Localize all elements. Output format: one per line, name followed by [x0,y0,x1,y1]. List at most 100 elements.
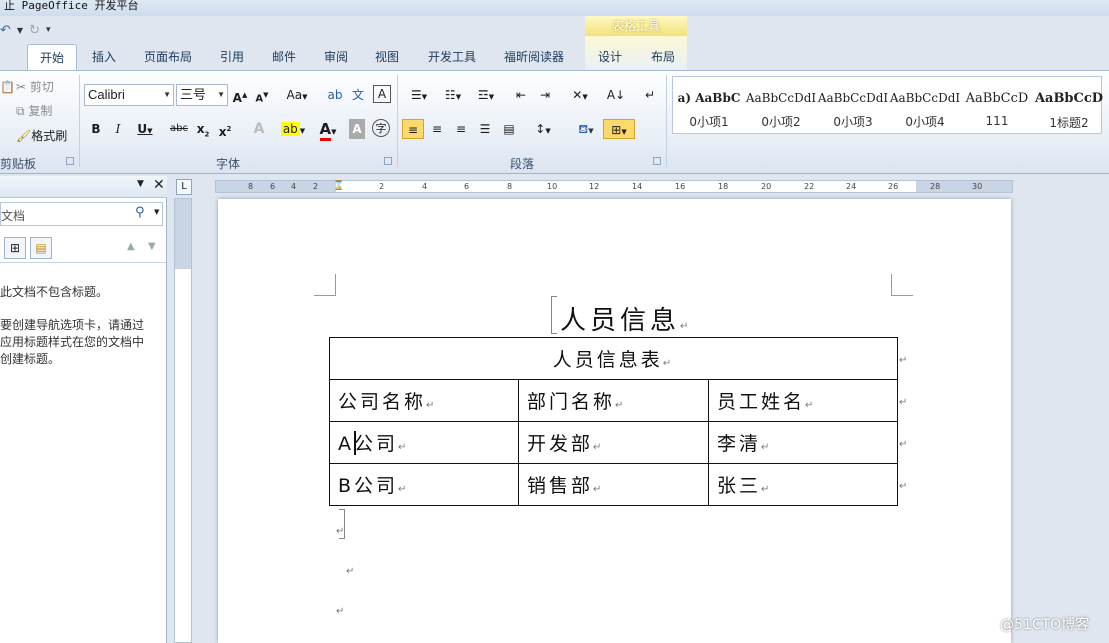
paragraph-mark: ↵ [336,526,345,537]
table-cell[interactable]: 张三↵ [708,463,898,506]
vertical-ruler[interactable] [174,198,192,643]
table-cell[interactable]: 李清↵ [708,421,898,464]
style-item[interactable]: AaBbCcDdI 0小项4 [889,77,961,133]
customize-qat-icon[interactable]: ▾ [46,25,51,35]
navigation-search-input[interactable]: 文档 ⚲ ▼ [0,202,163,226]
superscript-icon[interactable]: x2 [216,119,234,139]
navigation-pane-header: ▼ ✕ [0,176,167,198]
align-left-icon[interactable]: ≡ [402,119,424,139]
table-cell[interactable]: 销售部↵ [518,463,709,506]
decrease-indent-icon[interactable]: ⇤ [512,85,530,105]
tab-mailings[interactable]: 邮件 [264,44,304,70]
distribute-icon[interactable]: ▤ [500,119,518,139]
shrink-font-icon[interactable]: A▼ [254,85,270,105]
tab-foxit-reader[interactable]: 福昕阅读器 [497,44,571,70]
bullets-icon[interactable]: ☰▼ [405,85,433,105]
paragraph-group-label: 段落 [510,157,535,171]
font-size-select[interactable]: 三号 ▼ [176,84,228,106]
table-header-cell[interactable]: 员工姓名↵ [708,379,898,422]
tab-developer[interactable]: 开发工具 [420,44,484,70]
line-spacing-icon[interactable]: ↕▼ [530,119,556,139]
group-divider [79,75,80,167]
text-effects-icon[interactable]: A [248,119,270,139]
font-dialog-launcher[interactable] [384,157,392,165]
tab-view[interactable]: 视图 [367,44,407,70]
change-case-button[interactable]: Aa▼ [284,85,310,105]
ruler-tick-label: 6 [464,182,470,191]
tab-selector-button[interactable]: L [176,179,192,195]
grow-font-icon[interactable]: A▲ [232,85,248,105]
style-item[interactable]: AaBbCcDdI 0小项2 [745,77,817,133]
chevron-down-icon[interactable]: ▼ [154,208,159,216]
justify-icon[interactable]: ☰ [476,119,494,139]
paste-icon[interactable]: 📋 [0,77,15,97]
sort-icon[interactable]: A↓ [606,85,626,105]
phonetic-guide-icon[interactable]: ab [326,85,344,105]
align-right-icon[interactable]: ≡ [452,119,470,139]
highlight-icon[interactable]: ab ▼ [278,119,308,139]
style-item[interactable]: AaBbCcD 111 [961,77,1033,133]
tab-table-layout[interactable]: 布局 [643,44,683,70]
close-icon[interactable]: ✕ [153,177,165,193]
nav-message-line: 创建标题。 [0,352,61,366]
table-header-cell[interactable]: 公司名称↵ [329,379,519,422]
horizontal-ruler[interactable]: 8 6 4 2 2 4 6 8 10 12 14 16 18 20 22 24 … [215,180,1013,193]
group-divider [397,75,398,167]
font-name-select[interactable]: Calibri ▼ [84,84,174,106]
italic-icon[interactable]: I [110,119,126,139]
char-shading-icon[interactable]: A [349,119,365,139]
format-painter-button[interactable]: 🖌格式刷 [16,126,74,146]
style-item[interactable]: a) AaBbC 0小项1 [673,77,745,133]
tab-page-layout[interactable]: 页面布局 [136,44,200,70]
tab-table-design[interactable]: 设计 [590,44,630,70]
copy-button[interactable]: ⧉ 复制 [16,101,62,121]
underline-icon[interactable]: U▼ [134,119,156,139]
table-caption-cell[interactable]: 人员信息表↵ [329,337,898,380]
next-icon[interactable]: ▼ [148,241,156,252]
shading-icon[interactable]: ⛾▼ [572,119,600,139]
tab-references[interactable]: 引用 [212,44,252,70]
table-cell[interactable]: 开发部↵ [518,421,709,464]
char-border-icon[interactable]: A [373,85,391,103]
increase-indent-icon[interactable]: ⇥ [536,85,554,105]
document-title[interactable]: 人员信息↵ [560,300,692,337]
staff-table[interactable]: 人员信息表↵ 公司名称↵ 部门名称↵ 员工姓名↵ A公司↵ 开发部↵ 李清↵ B… [329,337,898,506]
bold-icon[interactable]: B [88,119,104,139]
paragraph-dialog-launcher[interactable] [653,157,661,165]
tab-home[interactable]: 开始 [27,44,77,70]
font-color-icon[interactable]: A▼ [314,119,342,141]
show-marks-icon[interactable]: ↵ [642,85,658,105]
previous-icon[interactable]: ▲ [127,241,135,252]
tab-review[interactable]: 审阅 [316,44,356,70]
table-header-cell[interactable]: 部门名称↵ [518,379,709,422]
font-group-label: 字体 [216,157,241,171]
numbering-icon[interactable]: ☷▼ [439,85,467,105]
search-icon[interactable]: ⚲ [135,205,145,220]
tab-insert[interactable]: 插入 [83,44,125,70]
chinese-layout-icon[interactable]: ✕▼ [566,85,594,105]
enclose-char-icon[interactable]: 字 [372,119,390,137]
dropdown-arrow-icon[interactable]: ▼ [17,26,23,35]
table-cell[interactable]: A公司↵ [329,421,519,464]
wen-icon[interactable]: 文 [349,85,367,105]
table-cell[interactable]: B公司↵ [329,463,519,506]
strikethrough-icon[interactable]: abc [168,119,190,139]
indent-marker-icon[interactable]: ⌛ [333,180,344,192]
clipboard-dialog-launcher[interactable] [66,157,74,165]
undo-icon[interactable]: ↶ [0,23,11,38]
ruler-tick-label: 8 [248,182,254,191]
style-item[interactable]: AaBbCcD 1标题2 [1033,77,1105,133]
ruler-tick-label: 4 [422,182,428,191]
watermark: @51CTO博客 [1000,617,1090,633]
multilevel-list-icon[interactable]: ☲▼ [472,85,500,105]
pane-options-icon[interactable]: ▼ [137,179,144,189]
style-item[interactable]: AaBbCcDdI 0小项3 [817,77,889,133]
results-view-icon[interactable]: ▤ [30,237,52,259]
cut-button[interactable]: ✂ 剪切 [16,77,62,97]
align-center-icon[interactable]: ≡ [428,119,446,139]
borders-icon[interactable]: ⊞▼ [603,119,635,139]
subscript-icon[interactable]: x2 [194,119,212,139]
pages-view-icon[interactable]: ⊞ [4,237,26,259]
clipboard-group-label: 剪贴板 [0,157,37,171]
redo-icon[interactable]: ↻ [29,23,40,38]
